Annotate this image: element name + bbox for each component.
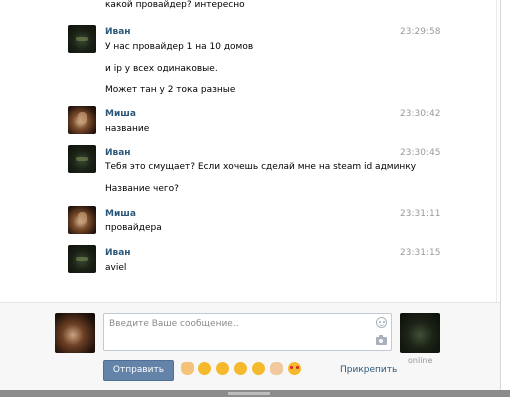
avatar-ivan[interactable]	[68, 145, 96, 173]
attach-link[interactable]: Прикрепить	[340, 365, 397, 375]
my-avatar[interactable]	[55, 313, 95, 353]
author-name[interactable]: Иван	[105, 27, 131, 37]
bottom-scrollbar[interactable]	[0, 390, 510, 397]
scroll-track[interactable]	[496, 0, 497, 302]
tongue-emoji-icon[interactable]	[198, 362, 211, 375]
avatar-ivan[interactable]	[68, 245, 96, 273]
heart-eyes-emoji-icon[interactable]	[288, 362, 301, 375]
cry-laugh-emoji-icon[interactable]	[216, 362, 229, 375]
smile-icon[interactable]	[376, 317, 387, 328]
punch-emoji-icon[interactable]	[270, 362, 283, 375]
message-history: какой провайдер? интересно Иван 23:29:58…	[0, 0, 500, 302]
message-text: название	[105, 124, 150, 134]
avatar-ivan[interactable]	[68, 25, 96, 53]
author-name[interactable]: Иван	[105, 148, 131, 158]
message-text: какой провайдер? интересно	[105, 0, 245, 10]
author-name[interactable]: Миша	[105, 109, 136, 119]
message-text: Может тан у 2 тока разные	[105, 85, 236, 95]
message-text: и ip у всех одинаковые.	[105, 64, 218, 74]
message-text: Название чего?	[105, 184, 179, 194]
right-edge	[500, 0, 510, 397]
message-time: 23:31:11	[400, 209, 441, 219]
message-time: 23:29:58	[400, 27, 441, 37]
message-time: 23:30:45	[400, 148, 441, 158]
message-time: 23:31:15	[400, 248, 441, 258]
hand-emoji-icon[interactable]	[181, 362, 194, 375]
input-placeholder: Введите Ваше сообщение..	[109, 319, 239, 329]
message-text: У нас провайдер 1 на 10 домов	[105, 42, 254, 52]
online-status: online	[408, 356, 433, 365]
message-text: aviel	[105, 263, 127, 273]
send-button[interactable]: Отправить	[103, 360, 174, 381]
message-time: 23:30:42	[400, 109, 441, 119]
shocked-emoji-icon[interactable]	[234, 362, 247, 375]
message-text: провайдера	[105, 223, 162, 233]
avatar-misha[interactable]	[68, 106, 96, 134]
author-name[interactable]: Иван	[105, 248, 131, 258]
author-name[interactable]: Миша	[105, 209, 136, 219]
avatar-misha[interactable]	[68, 206, 96, 234]
message-text: Тебя это смущает? Если хочешь сделай мне…	[105, 162, 417, 172]
message-input[interactable]: Введите Ваше сообщение..	[103, 313, 392, 351]
scroll-thumb[interactable]	[228, 392, 270, 395]
peer-avatar[interactable]	[400, 313, 440, 353]
camera-icon[interactable]	[376, 335, 387, 345]
grin-emoji-icon[interactable]	[252, 362, 265, 375]
